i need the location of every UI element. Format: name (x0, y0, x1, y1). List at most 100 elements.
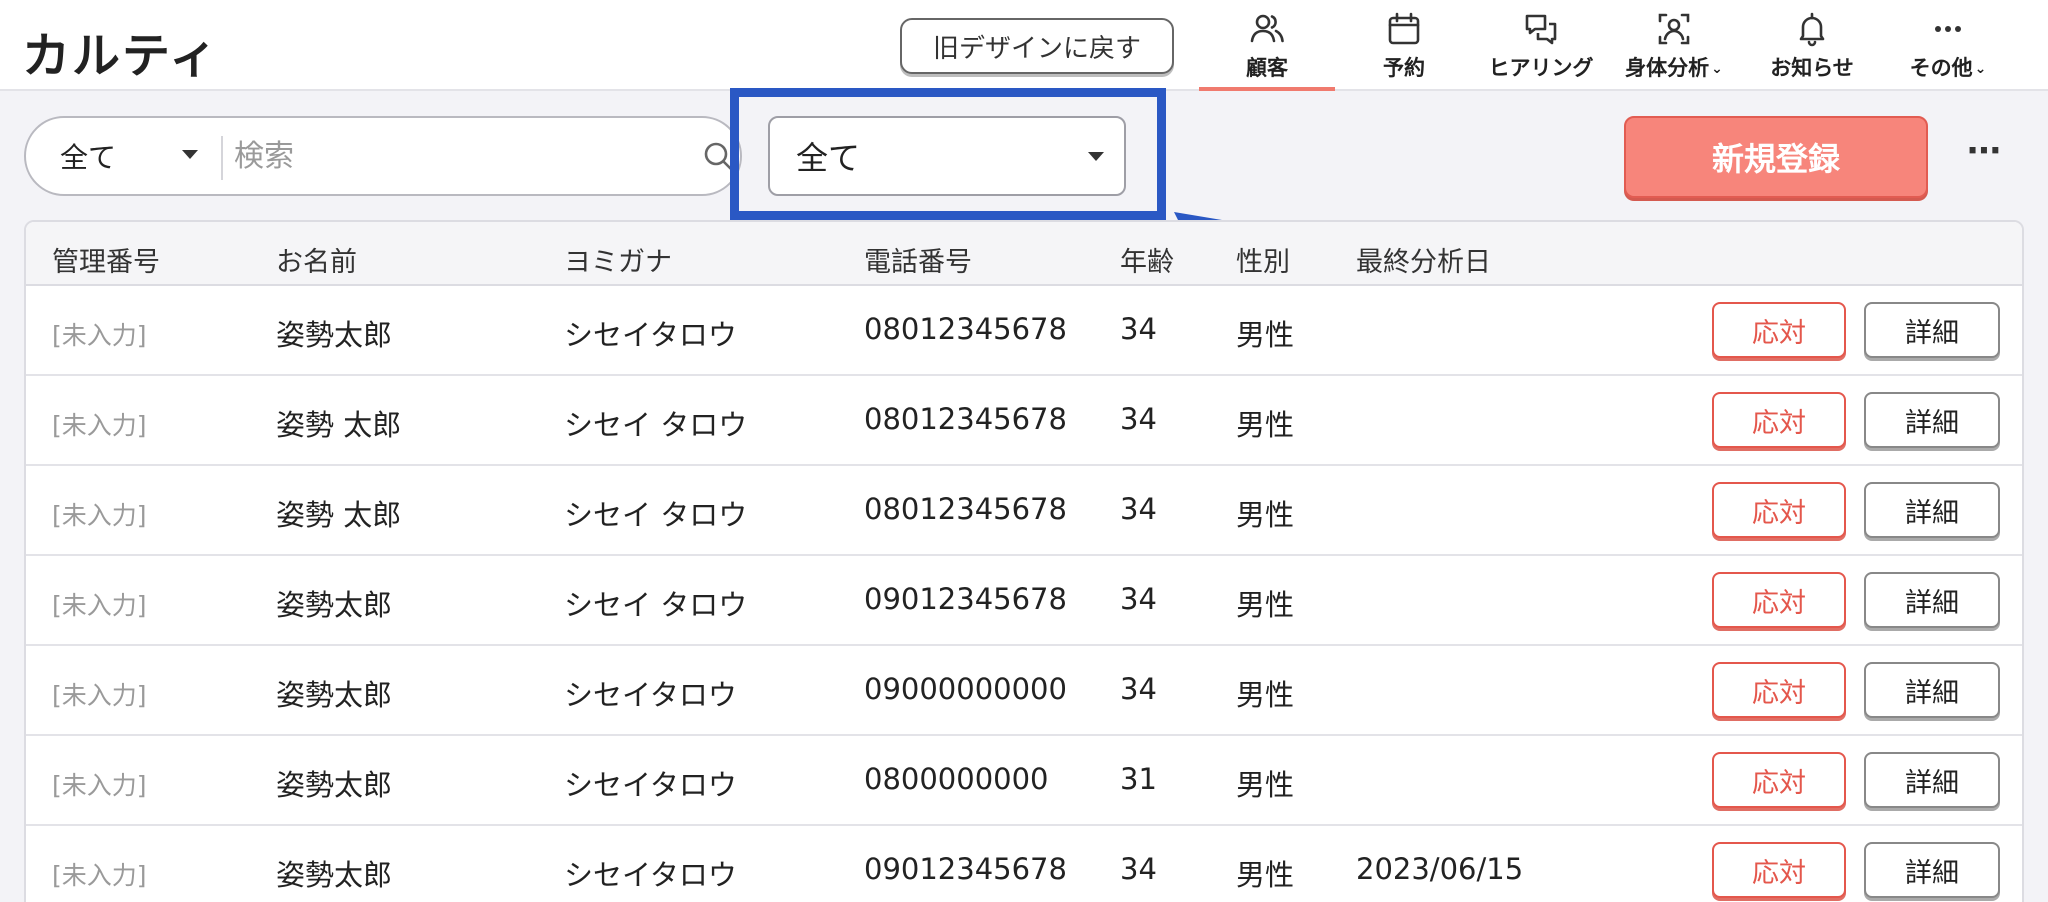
cell-name: 姿勢太郎 (276, 678, 393, 712)
cell-gender: 男性 (1236, 588, 1295, 622)
cell-phone: 08012345678 (864, 492, 1067, 526)
detail-button[interactable]: 詳細 (1864, 392, 2000, 448)
cell-gender: 男性 (1236, 678, 1295, 712)
respond-button[interactable]: 応対 (1712, 662, 1846, 718)
table-row[interactable]: [未入力] 姿勢 太郎 シセイ タロウ 08012345678 34 男性 応対 詳細 (26, 466, 2022, 556)
nav-label: 身体分析 ⌄ (1625, 52, 1723, 82)
column-header-age: 年齢 (1120, 247, 1174, 278)
respond-button[interactable]: 応対 (1712, 752, 1846, 808)
column-header-name: お名前 (276, 247, 357, 278)
cell-id: [未入力] (52, 861, 147, 890)
cell-name: 姿勢 太郎 (276, 408, 402, 442)
cell-id: [未入力] (52, 591, 147, 620)
column-header-last-analysis: 最終分析日 (1356, 247, 1491, 278)
chat-icon (1525, 14, 1557, 45)
cell-phone: 09012345678 (864, 852, 1067, 886)
nav-label: お知らせ (1770, 56, 1854, 80)
detail-button[interactable]: 詳細 (1864, 752, 2000, 808)
customer-table: 管理番号 お名前 ヨミガナ 電話番号 年齢 性別 最終分析日 [未入力] 姿勢太郎… (24, 220, 2024, 902)
table-row[interactable]: [未入力] 姿勢 太郎 シセイ タロウ 08012345678 34 男性 応対 詳細 (26, 376, 2022, 466)
nav-more[interactable]: その他 ⌄ (1880, 0, 2016, 91)
cell-kana: シセイタロウ (564, 678, 737, 712)
cell-name: 姿勢太郎 (276, 318, 393, 352)
detail-button[interactable]: 詳細 (1864, 662, 2000, 718)
column-header-phone: 電話番号 (864, 247, 972, 278)
cell-kana: シセイ タロウ (564, 408, 748, 442)
divider (221, 136, 223, 180)
cell-last-analysis: 2023/06/15 (1356, 852, 1524, 886)
respond-button[interactable]: 応対 (1712, 482, 1846, 538)
calendar-icon (1388, 12, 1420, 45)
app-header: カルティ 旧デザインに戻す 顧客 予約 ヒアリング 身体分析 ⌄ お知らせ その… (0, 0, 2048, 91)
column-header-kana: ヨミガナ (564, 247, 672, 278)
more-options-icon[interactable]: ⋯ (1962, 134, 2006, 174)
cell-phone: 09000000000 (864, 672, 1067, 706)
nav-label-text: 身体分析 (1625, 56, 1710, 80)
cell-id: [未入力] (52, 501, 147, 530)
detail-button[interactable]: 詳細 (1864, 842, 2000, 898)
cell-phone: 09012345678 (864, 582, 1067, 616)
search-scope-select[interactable]: 全て (60, 118, 116, 194)
detail-button[interactable]: 詳細 (1864, 482, 2000, 538)
search-input[interactable] (234, 128, 674, 184)
bell-icon (1799, 12, 1825, 47)
detail-button[interactable]: 詳細 (1864, 302, 2000, 358)
search-bar: 全て (24, 116, 742, 196)
more-horizontal-icon (1935, 26, 1961, 32)
cell-age: 34 (1120, 402, 1157, 436)
cell-age: 31 (1120, 762, 1157, 796)
respond-button[interactable]: 応対 (1712, 572, 1846, 628)
cell-kana: シセイ タロウ (564, 498, 748, 532)
cell-id: [未入力] (52, 321, 147, 350)
cell-gender: 男性 (1236, 318, 1295, 352)
nav-customers[interactable]: 顧客 (1199, 0, 1335, 91)
new-registration-button[interactable]: 新規登録 (1624, 116, 1928, 198)
cell-kana: シセイタロウ (564, 858, 737, 892)
cell-gender: 男性 (1236, 408, 1295, 442)
cell-age: 34 (1120, 852, 1157, 886)
cell-age: 34 (1120, 492, 1157, 526)
cell-name: 姿勢太郎 (276, 768, 393, 802)
respond-button[interactable]: 応対 (1712, 302, 1846, 358)
table-row[interactable]: [未入力] 姿勢太郎 シセイタロウ 09000000000 34 男性 応対 詳細 (26, 646, 2022, 736)
nav-body-analysis[interactable]: 身体分析 ⌄ (1606, 0, 1742, 91)
respond-button[interactable]: 応対 (1712, 842, 1846, 898)
respond-button[interactable]: 応対 (1712, 392, 1846, 448)
nav-hearing[interactable]: ヒアリング (1473, 0, 1609, 91)
cell-age: 34 (1120, 582, 1157, 616)
cell-kana: シセイタロウ (564, 318, 737, 352)
table-row[interactable]: [未入力] 姿勢太郎 シセイタロウ 0800000000 31 男性 応対 詳細 (26, 736, 2022, 826)
cell-age: 34 (1120, 672, 1157, 706)
cell-age: 34 (1120, 312, 1157, 346)
cell-gender: 男性 (1236, 858, 1295, 892)
nav-notifications[interactable]: お知らせ (1744, 0, 1880, 91)
nav-label: ヒアリング (1488, 56, 1594, 80)
cell-gender: 男性 (1236, 768, 1295, 802)
detail-button[interactable]: 詳細 (1864, 572, 2000, 628)
cell-name: 姿勢太郎 (276, 588, 393, 622)
cell-name: 姿勢太郎 (276, 858, 393, 892)
app-logo: カルティ (22, 28, 220, 84)
chevron-down-icon: ⌄ (1711, 61, 1723, 77)
cell-phone: 08012345678 (864, 402, 1067, 436)
nav-label: その他 ⌄ (1910, 52, 1987, 82)
column-header-gender: 性別 (1236, 247, 1290, 278)
table-row[interactable]: [未入力] 姿勢太郎 シセイタロウ 08012345678 34 男性 応対 詳細 (26, 286, 2022, 376)
table-header: 管理番号 お名前 ヨミガナ 電話番号 年齢 性別 最終分析日 (26, 222, 2022, 286)
old-design-button[interactable]: 旧デザインに戻す (900, 18, 1174, 74)
cell-gender: 男性 (1236, 498, 1295, 532)
nav-label: 予約 (1383, 56, 1425, 80)
nav-reservations[interactable]: 予約 (1336, 0, 1472, 91)
cell-phone: 08012345678 (864, 312, 1067, 346)
table-row[interactable]: [未入力] 姿勢太郎 シセイ タロウ 09012345678 34 男性 応対 詳細 (26, 556, 2022, 646)
cell-kana: シセイ タロウ (564, 588, 748, 622)
cell-id: [未入力] (52, 411, 147, 440)
cell-phone: 0800000000 (864, 762, 1049, 796)
table-row[interactable]: [未入力] 姿勢太郎 シセイタロウ 09012345678 34 男性 2023/06/15… (26, 826, 2022, 902)
caret-down-icon[interactable] (182, 150, 198, 159)
column-header-id: 管理番号 (52, 247, 160, 278)
highlight-annotation-box (730, 88, 1166, 220)
body-scan-icon (1658, 13, 1690, 45)
cell-id: [未入力] (52, 771, 147, 800)
cell-name: 姿勢 太郎 (276, 498, 402, 532)
